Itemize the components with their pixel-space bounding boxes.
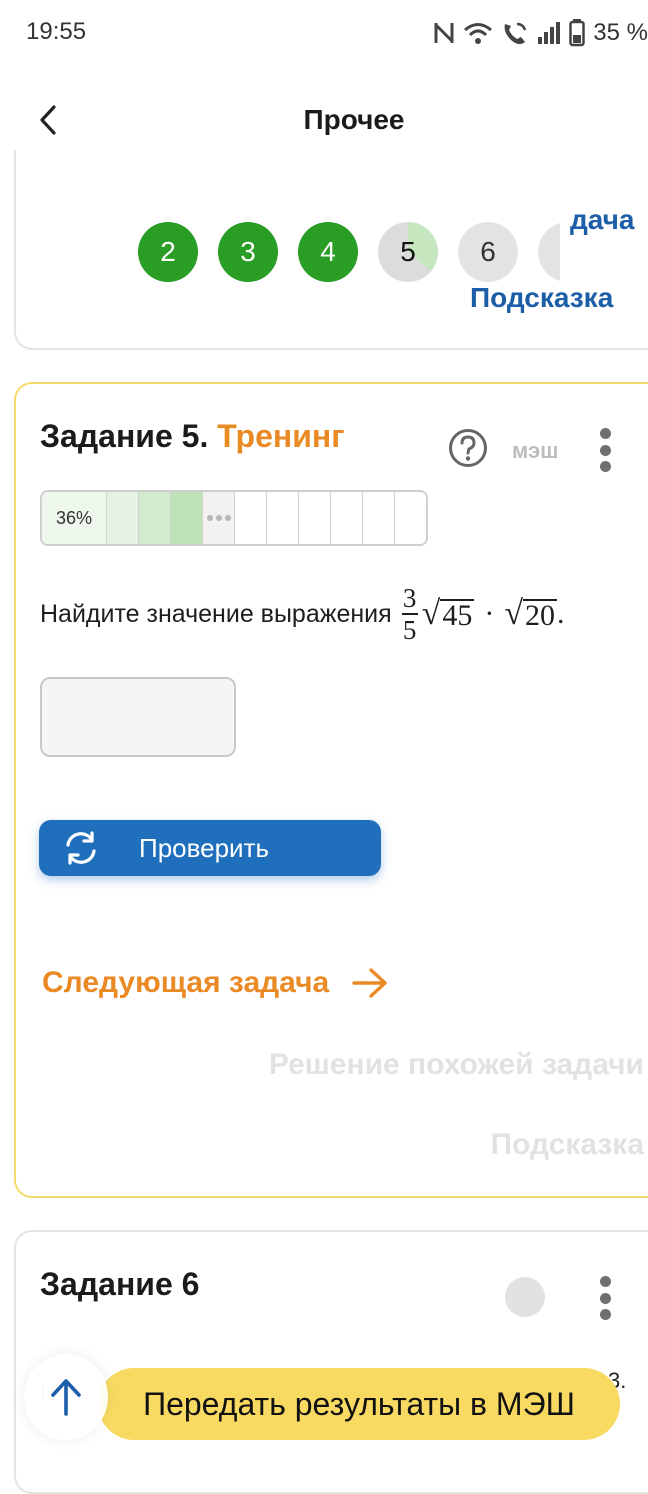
source-badge: мэш [512, 438, 559, 463]
nfc-icon [434, 23, 454, 43]
progress-cell [394, 492, 426, 544]
refresh-icon [66, 831, 96, 865]
more-dot-icon [599, 1309, 611, 1320]
sqrt-b: √ 20 [504, 595, 558, 632]
task-menu-button[interactable] [599, 428, 611, 472]
denominator: 5 [402, 615, 417, 645]
progress-cell [298, 492, 330, 544]
call-wifi-icon [504, 22, 527, 45]
progress-cell [106, 492, 138, 544]
next-task-link[interactable]: Следующая задача [42, 966, 389, 1000]
progress-cell [234, 492, 266, 544]
expression-end: . [557, 597, 565, 630]
more-dot-icon [599, 1292, 611, 1304]
wifi-icon [464, 23, 493, 44]
scroll-up-button[interactable] [24, 1354, 108, 1440]
progress-percent: 36% [42, 492, 106, 544]
task-title: Задание 5. Тренинг [40, 418, 345, 455]
task-6-menu-button[interactable] [599, 1276, 611, 1320]
step-6[interactable]: 6 [458, 222, 518, 282]
more-dot-icon [599, 444, 611, 456]
task-stepper: 2 3 4 5 6 [138, 222, 560, 284]
progress-cell [138, 492, 170, 544]
task-6-status-icon [505, 1277, 545, 1317]
page-title: Прочее [303, 104, 405, 135]
question-circle-icon [449, 429, 487, 467]
status-time: 19:55 [26, 18, 87, 45]
step-7[interactable] [538, 222, 560, 282]
step-5-current[interactable]: 5 [378, 222, 438, 282]
progress-cell [362, 492, 394, 544]
progress-cell [266, 492, 298, 544]
radicand-b: 20 [523, 599, 558, 632]
hint-link-disabled[interactable]: Подсказка [490, 1128, 644, 1162]
step-3[interactable]: 3 [218, 222, 278, 282]
send-results-label: Передать результаты в МЭШ [143, 1385, 575, 1422]
answer-input[interactable] [40, 677, 236, 757]
hint-link[interactable]: Подсказка [470, 282, 613, 314]
task-6-title: Задание 6 [40, 1266, 200, 1302]
progress-bar: 36% [40, 490, 428, 546]
more-dot-icon [599, 428, 611, 439]
check-label: Проверить [139, 832, 270, 863]
sqrt-a: √ 45 [421, 595, 475, 632]
battery-level: 35 % [593, 19, 648, 46]
task-number: Задание 5. [40, 418, 209, 454]
status-icons: 35 % [433, 16, 648, 50]
radicand-a: 45 [440, 599, 475, 632]
more-dot-icon [599, 461, 611, 472]
numerator: 3 [402, 583, 417, 613]
question-text: Найдите значение выражения [40, 599, 392, 628]
math-expression: 3 5 √ 45 · √ 20 . [401, 583, 565, 645]
progress-cell [330, 492, 362, 544]
arrow-up-icon [51, 1379, 81, 1416]
help-button[interactable] [448, 428, 488, 468]
more-dot-icon [599, 1276, 611, 1287]
similar-solution-link-disabled[interactable]: Решение похожей задачи [269, 1048, 644, 1082]
step-2[interactable]: 2 [138, 222, 198, 282]
similar-solution-link[interactable]: дача [570, 204, 634, 236]
fraction: 3 5 [401, 583, 418, 645]
battery-icon [569, 19, 586, 47]
arrow-right-icon [352, 968, 387, 998]
check-button[interactable]: Проверить [39, 820, 381, 876]
step-4[interactable]: 4 [298, 222, 358, 282]
question: Найдите значение выражения 3 5 √ 45 · √ 20… [40, 574, 565, 654]
signal-icon [538, 22, 561, 44]
next-task-label: Следующая задача [42, 966, 330, 999]
progress-cell [170, 492, 202, 544]
send-results-button[interactable]: Передать результаты в МЭШ [98, 1368, 620, 1440]
progress-more-icon [202, 492, 234, 544]
step-5-label: 5 [400, 236, 416, 267]
task-mode: Тренинг [217, 418, 345, 454]
operator: · [484, 597, 495, 630]
